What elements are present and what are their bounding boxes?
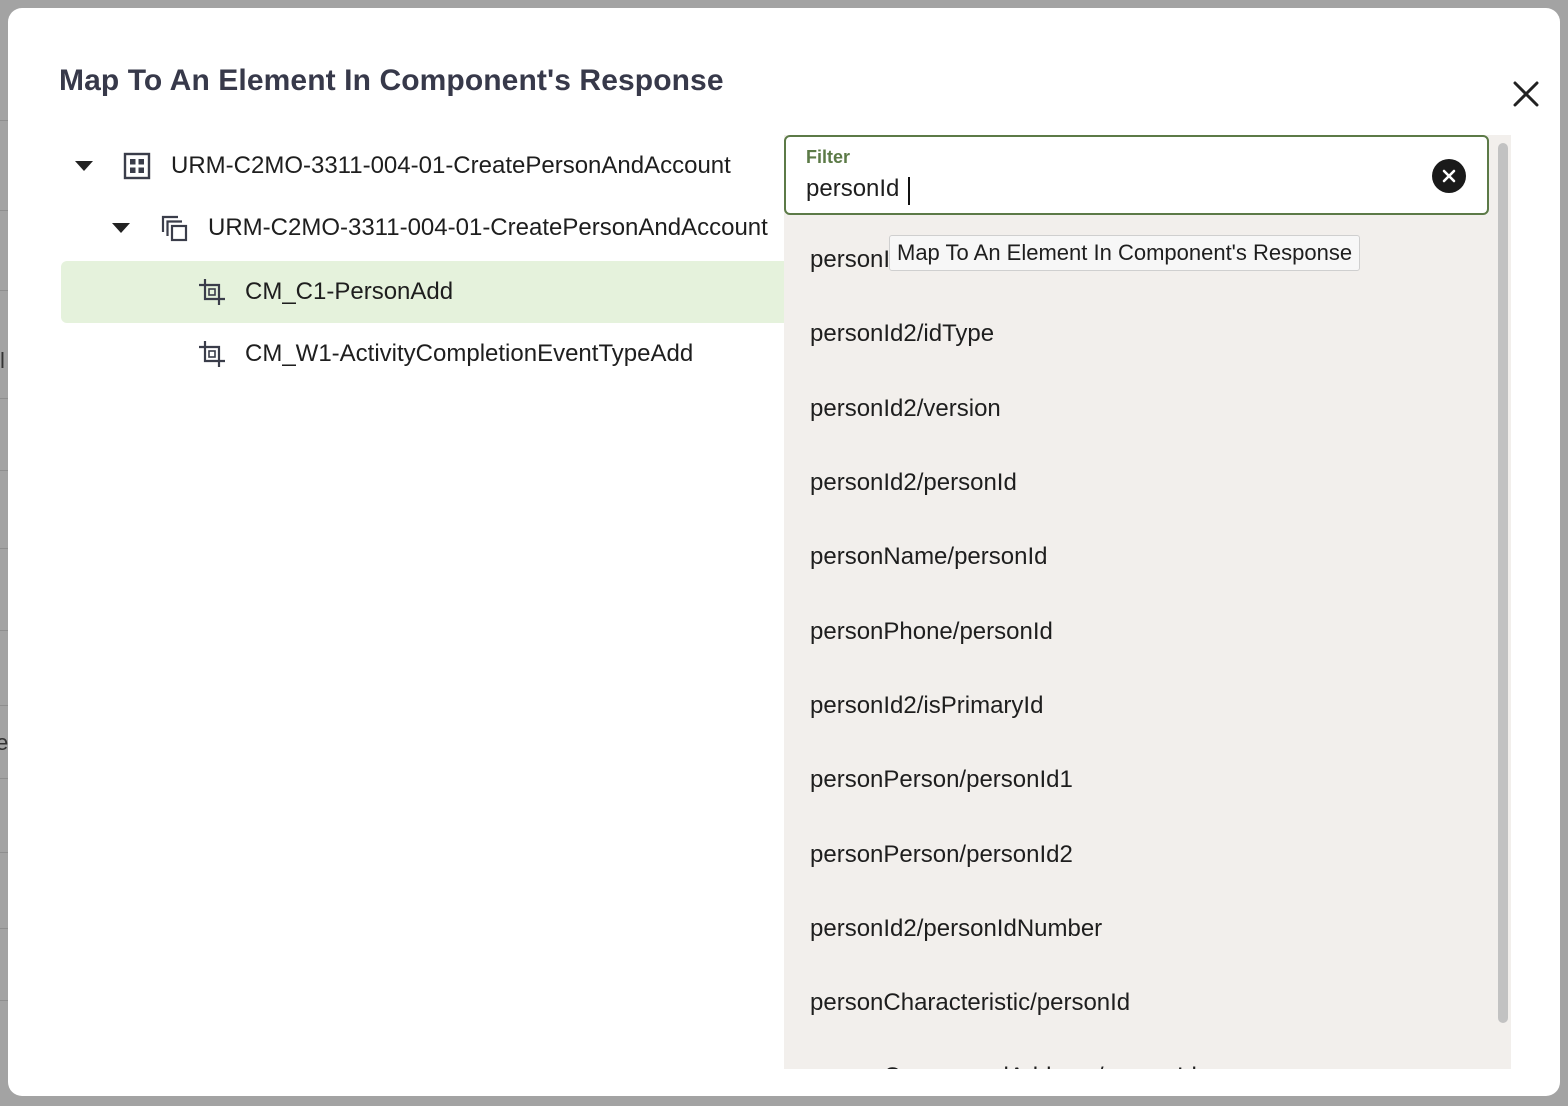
component-tree: URM-C2MO-3311-004-01-CreatePersonAndAcco… xyxy=(8,8,788,1096)
tree-item-child[interactable]: URM-C2MO-3311-004-01-CreatePersonAndAcco… xyxy=(61,197,787,259)
expand-toggle[interactable] xyxy=(75,161,105,171)
clear-filter-button[interactable] xyxy=(1432,159,1466,193)
background-divider xyxy=(0,928,8,929)
filter-options-list: personId personId2/idType personId2/vers… xyxy=(784,223,1489,1069)
list-item[interactable]: personId2/personId xyxy=(784,446,1489,520)
background-divider xyxy=(0,778,8,779)
filter-field[interactable]: Filter xyxy=(784,135,1489,215)
background-text: l xyxy=(0,348,5,373)
list-item[interactable]: personId2/personIdNumber xyxy=(784,892,1489,966)
list-item[interactable]: personPhone/personId xyxy=(784,594,1489,668)
clear-circle-icon xyxy=(1442,169,1456,183)
list-item[interactable]: personName/personId xyxy=(784,520,1489,594)
list-item[interactable]: personId2/version xyxy=(784,372,1489,446)
list-item[interactable]: personPerson/personId2 xyxy=(784,817,1489,891)
tree-item-cm-w1-activity[interactable]: CM_W1-ActivityCompletionEventTypeAdd xyxy=(61,323,787,385)
background-text: e xyxy=(0,730,9,755)
scrollbar-thumb[interactable] xyxy=(1498,143,1508,1023)
tree-item-cm-c1-personadd[interactable]: CM_C1-PersonAdd xyxy=(61,261,787,323)
filter-input[interactable] xyxy=(806,173,1406,205)
list-item[interactable]: personId2/isPrimaryId xyxy=(784,669,1489,743)
background-divider xyxy=(0,1000,8,1001)
tree-item-root[interactable]: URM-C2MO-3311-004-01-CreatePersonAndAcco… xyxy=(61,135,787,197)
caret-down-icon xyxy=(112,223,130,233)
background-divider xyxy=(0,120,8,121)
background-divider xyxy=(0,852,8,853)
filter-popup: Filter personId personId2/idType personI… xyxy=(784,135,1511,1069)
list-item[interactable]: personId2/idType xyxy=(784,297,1489,371)
background-divider xyxy=(0,705,8,706)
tooltip: Map To An Element In Component's Respons… xyxy=(889,235,1361,271)
tree-item-label: URM-C2MO-3311-004-01-CreatePersonAndAcco… xyxy=(208,214,768,241)
expand-toggle[interactable] xyxy=(112,223,142,233)
tree-item-label: CM_W1-ActivityCompletionEventTypeAdd xyxy=(245,340,694,367)
background-divider xyxy=(0,470,8,471)
close-button[interactable] xyxy=(1508,76,1544,112)
tree-item-label: URM-C2MO-3311-004-01-CreatePersonAndAcco… xyxy=(171,152,731,179)
tree-item-label: CM_C1-PersonAdd xyxy=(245,278,454,305)
list-item[interactable]: personCorrespondAddress/personId xyxy=(784,1040,1489,1069)
caret-down-icon xyxy=(75,161,93,171)
crop-icon xyxy=(196,338,228,370)
text-cursor xyxy=(908,177,910,205)
background-divider xyxy=(0,398,8,399)
background-divider xyxy=(0,210,8,211)
filter-label: Filter xyxy=(806,147,851,167)
crop-icon xyxy=(196,276,228,308)
list-item[interactable]: personPerson/personId1 xyxy=(784,743,1489,817)
list-item[interactable]: personCharacteristic/personId xyxy=(784,966,1489,1040)
background-divider xyxy=(0,290,8,291)
background-divider xyxy=(0,548,8,549)
grid-icon xyxy=(121,150,153,182)
map-element-dialog: Map To An Element In Component's Respons… xyxy=(8,8,1560,1096)
background-divider xyxy=(0,630,8,631)
copy-stack-icon xyxy=(158,212,190,244)
close-icon xyxy=(1513,81,1539,107)
